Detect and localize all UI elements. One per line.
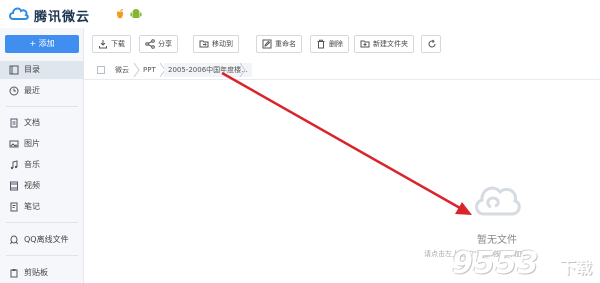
delete-button[interactable]: 删除 <box>310 35 349 53</box>
download-label: 下载 <box>111 40 125 48</box>
sidebar-item-label: 文档 <box>24 118 40 127</box>
top-bar: 腾讯微云 <box>0 0 600 28</box>
edit-icon <box>262 39 272 49</box>
android-icon[interactable] <box>130 8 142 20</box>
rename-label: 重命名 <box>275 40 296 48</box>
apple-icon[interactable] <box>114 8 126 20</box>
clock-icon <box>9 86 19 96</box>
new-folder-button[interactable]: 新建文件夹 <box>354 35 414 53</box>
sidebar-divider <box>6 106 78 107</box>
share-button[interactable]: 分享 <box>139 35 178 53</box>
empty-cloud-icon <box>475 186 521 216</box>
sidebar-item-recent[interactable]: 最近 <box>0 82 84 100</box>
folder-move-icon <box>199 40 209 48</box>
select-all-checkbox[interactable] <box>97 66 105 74</box>
new-folder-label: 新建文件夹 <box>373 40 408 48</box>
note-icon <box>10 202 18 212</box>
sidebar-item-label: 图片 <box>24 139 40 148</box>
weiyun-logo-icon <box>9 7 29 20</box>
share-icon <box>145 39 155 49</box>
sidebar-item-label: 笔记 <box>24 202 40 211</box>
sidebar-item-label: 最近 <box>24 86 40 95</box>
sidebar-divider <box>6 222 78 223</box>
refresh-button[interactable] <box>421 35 441 53</box>
clipboard-icon <box>10 269 18 278</box>
add-button[interactable]: + 添加 <box>5 35 79 53</box>
sidebar-item-label: QQ离线文件 <box>24 235 69 244</box>
sidebar: + 添加 目录 最近 文档 图片 音乐 视频 笔记 QQ离线文件 剪贴板 <box>0 28 84 283</box>
sidebar-item-music[interactable]: 音乐 <box>0 156 84 174</box>
qq-icon <box>10 235 18 245</box>
document-icon <box>10 118 18 128</box>
chevron-right-icon <box>239 63 246 77</box>
sidebar-item-directory[interactable]: 目录 <box>0 61 84 79</box>
refresh-icon <box>428 39 436 48</box>
delete-label: 删除 <box>329 40 343 48</box>
download-icon <box>99 40 107 49</box>
new-folder-icon <box>360 40 370 48</box>
sidebar-item-images[interactable]: 图片 <box>0 135 84 153</box>
image-icon <box>9 140 19 148</box>
sidebar-item-label: 音乐 <box>24 160 40 169</box>
sidebar-item-label: 视频 <box>24 181 40 190</box>
sidebar-item-label: 目录 <box>24 65 40 74</box>
breadcrumb-item-weiyun[interactable]: 微云 <box>111 63 133 77</box>
watermark-subtext: 下载 <box>560 258 593 277</box>
empty-state-title: 暂无文件 <box>477 235 517 246</box>
trash-icon <box>317 39 325 49</box>
rename-button[interactable]: 重命名 <box>256 35 302 53</box>
sidebar-item-notes[interactable]: 笔记 <box>0 198 84 216</box>
music-icon <box>10 160 18 170</box>
sidebar-item-clipboard[interactable]: 剪贴板 <box>0 264 84 282</box>
watermark-logo: 9553 <box>452 246 540 281</box>
sidebar-divider <box>6 255 78 256</box>
breadcrumb: 微云 PPT 2005-2006中国年度楼... <box>84 60 600 80</box>
brand-name: 腾讯微云 <box>34 10 91 25</box>
breadcrumb-item-ppt[interactable]: PPT <box>139 63 160 77</box>
toolbar: 下载 分享 移动到 重命名 删除 新建文件夹 <box>84 28 600 60</box>
video-icon <box>10 181 18 191</box>
move-to-label: 移动到 <box>212 40 233 48</box>
sidebar-item-label: 剪贴板 <box>24 268 48 277</box>
sidebar-item-video[interactable]: 视频 <box>0 177 84 195</box>
sidebar-item-documents[interactable]: 文档 <box>0 114 84 132</box>
directory-icon <box>9 65 19 75</box>
download-button[interactable]: 下载 <box>92 35 131 53</box>
sidebar-item-qq-offline[interactable]: QQ离线文件 <box>0 231 84 249</box>
move-to-button[interactable]: 移动到 <box>193 35 239 53</box>
share-label: 分享 <box>158 40 172 48</box>
